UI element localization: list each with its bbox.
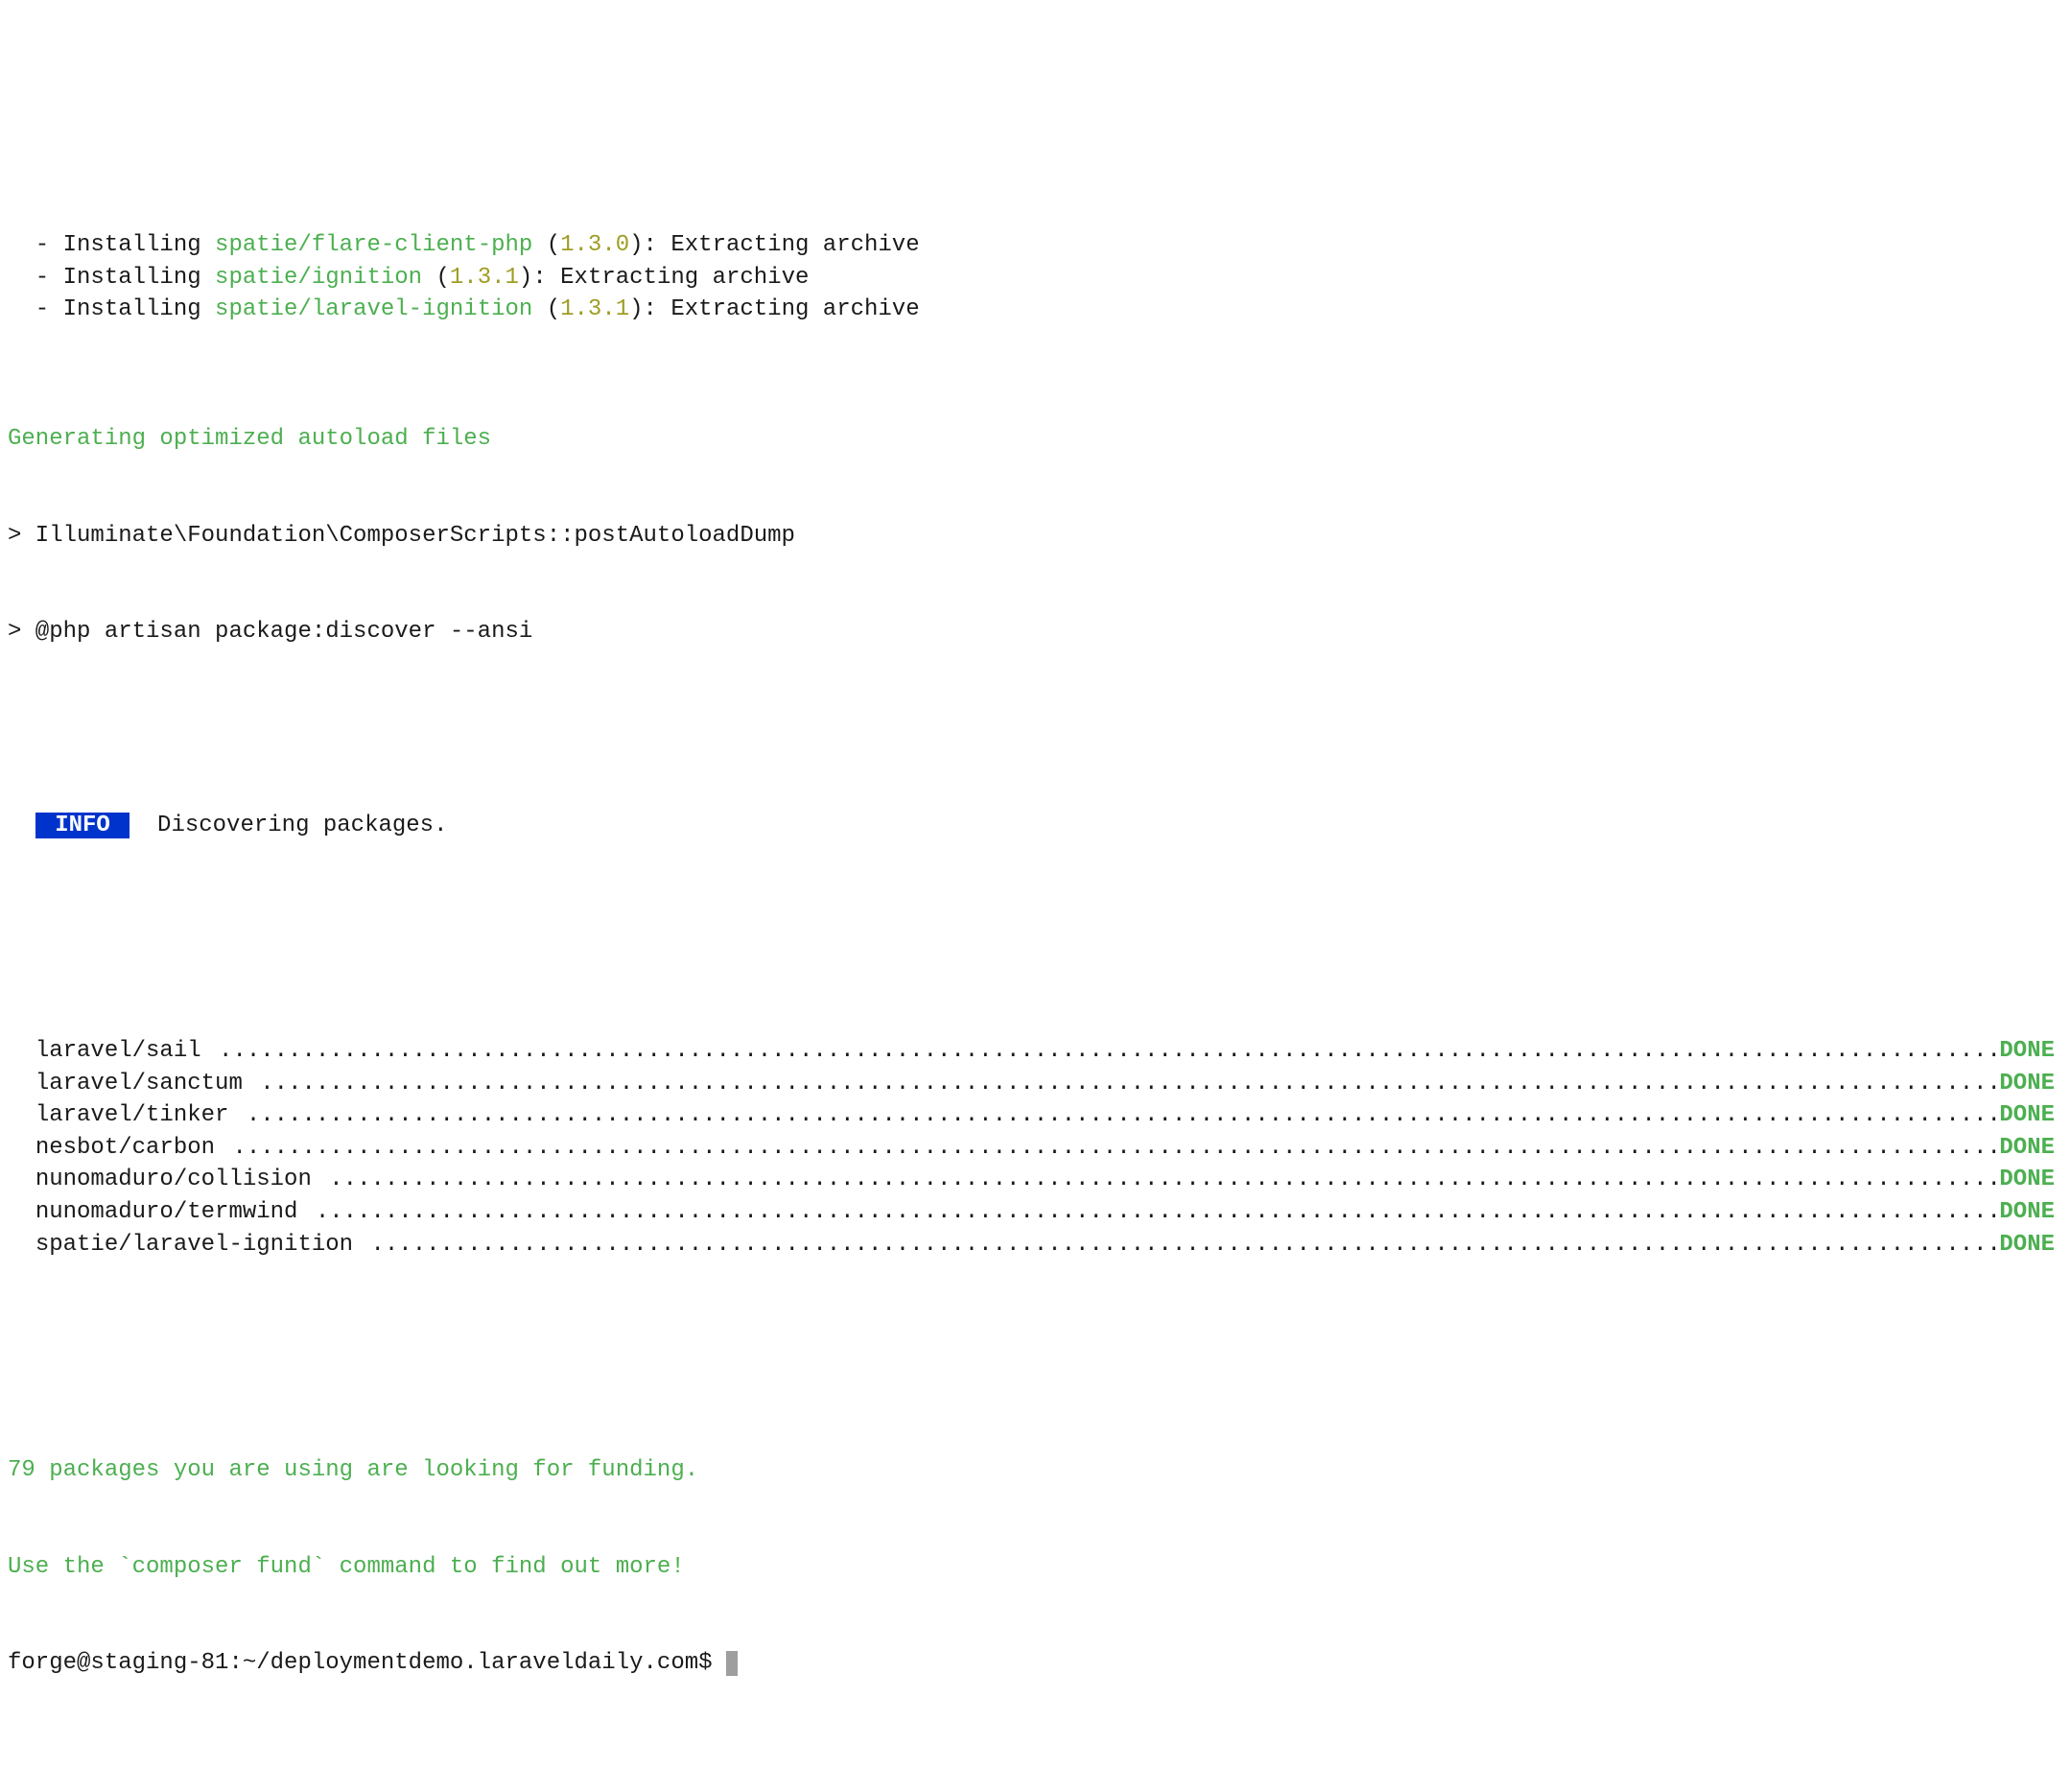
discover-status: DONE xyxy=(1999,1035,2062,1068)
discover-status: DONE xyxy=(1999,1099,2062,1132)
discover-status: DONE xyxy=(1999,1196,2062,1229)
discover-indent xyxy=(8,1164,35,1196)
info-text: Discovering packages. xyxy=(129,813,447,838)
package-version: 1.3.1 xyxy=(560,296,629,322)
shell-prompt-line[interactable]: forge@staging-81:~/deploymentdemo.larave… xyxy=(8,1647,2062,1680)
discover-indent xyxy=(8,1035,35,1068)
info-line: INFO Discovering packages. xyxy=(8,810,2062,842)
blank-line xyxy=(8,1357,2062,1390)
paren-close: ): xyxy=(629,232,670,258)
discover-package: laravel/tinker xyxy=(35,1099,229,1132)
discover-package: spatie/laravel-ignition xyxy=(35,1229,353,1261)
discover-status: DONE xyxy=(1999,1068,2062,1100)
discover-dots: ........................................… xyxy=(297,1196,1999,1229)
discover-package: nunomaduro/termwind xyxy=(35,1196,298,1229)
discover-indent xyxy=(8,1229,35,1261)
discover-row: spatie/laravel-ignition ................… xyxy=(8,1229,2062,1261)
discover-row: laravel/sanctum ........................… xyxy=(8,1068,2062,1100)
discover-row: nesbot/carbon ..........................… xyxy=(8,1132,2062,1165)
blank-line xyxy=(8,907,2062,939)
package-name: spatie/ignition xyxy=(215,265,422,291)
shell-prompt: forge@staging-81:~/deploymentdemo.larave… xyxy=(8,1650,726,1676)
install-line: - Installing spatie/flare-client-php (1.… xyxy=(8,229,2062,262)
discover-status: DONE xyxy=(1999,1132,2062,1165)
discover-status: DONE xyxy=(1999,1164,2062,1196)
discover-package: laravel/sanctum xyxy=(35,1068,243,1100)
discover-row: laravel/tinker .........................… xyxy=(8,1099,2062,1132)
funding-message: Use the `composer fund` command to find … xyxy=(8,1551,2062,1584)
discover-status: DONE xyxy=(1999,1229,2062,1261)
discover-package: nesbot/carbon xyxy=(35,1132,215,1165)
discover-indent xyxy=(8,1132,35,1165)
discover-dots: ........................................… xyxy=(215,1132,1999,1165)
autoload-message: Generating optimized autoload files xyxy=(8,423,2062,456)
discover-package: nunomaduro/collision xyxy=(35,1164,312,1196)
discover-dots: ........................................… xyxy=(353,1229,1999,1261)
install-prefix: - Installing xyxy=(8,296,215,322)
package-version: 1.3.0 xyxy=(560,232,629,258)
install-line: - Installing spatie/laravel-ignition (1.… xyxy=(8,294,2062,326)
install-action: Extracting archive xyxy=(560,265,809,291)
blank-line xyxy=(8,713,2062,745)
info-badge: INFO xyxy=(35,813,129,838)
package-name: spatie/flare-client-php xyxy=(215,232,532,258)
composer-script-line: > Illuminate\Foundation\ComposerScripts:… xyxy=(8,520,2062,553)
package-version: 1.3.1 xyxy=(450,265,519,291)
discover-indent xyxy=(8,1099,35,1132)
discover-dots: ........................................… xyxy=(312,1164,2000,1196)
paren-open: ( xyxy=(532,232,560,258)
discover-indent xyxy=(8,1196,35,1229)
funding-message: 79 packages you are using are looking fo… xyxy=(8,1454,2062,1487)
paren-open: ( xyxy=(422,265,450,291)
install-prefix: - Installing xyxy=(8,265,215,291)
paren-close: ): xyxy=(629,296,670,322)
discover-row: nunomaduro/collision ...................… xyxy=(8,1164,2062,1196)
discover-indent xyxy=(8,1068,35,1100)
discover-row: nunomaduro/termwind ....................… xyxy=(8,1196,2062,1229)
discover-dots: ........................................… xyxy=(243,1068,2000,1100)
paren-open: ( xyxy=(532,296,560,322)
composer-script-line: > @php artisan package:discover --ansi xyxy=(8,616,2062,648)
discover-dots: ........................................… xyxy=(201,1035,2000,1068)
install-prefix: - Installing xyxy=(8,232,215,258)
discover-package: laravel/sail xyxy=(35,1035,201,1068)
install-action: Extracting archive xyxy=(670,232,919,258)
paren-close: ): xyxy=(519,265,560,291)
terminal-output[interactable]: - Installing spatie/flare-client-php (1.… xyxy=(0,129,2070,1748)
install-line: - Installing spatie/ignition (1.3.1): Ex… xyxy=(8,262,2062,295)
package-name: spatie/laravel-ignition xyxy=(215,296,532,322)
cursor-icon xyxy=(726,1651,738,1676)
install-action: Extracting archive xyxy=(670,296,919,322)
discover-dots: ........................................… xyxy=(228,1099,1999,1132)
discover-row: laravel/sail ...........................… xyxy=(8,1035,2062,1068)
